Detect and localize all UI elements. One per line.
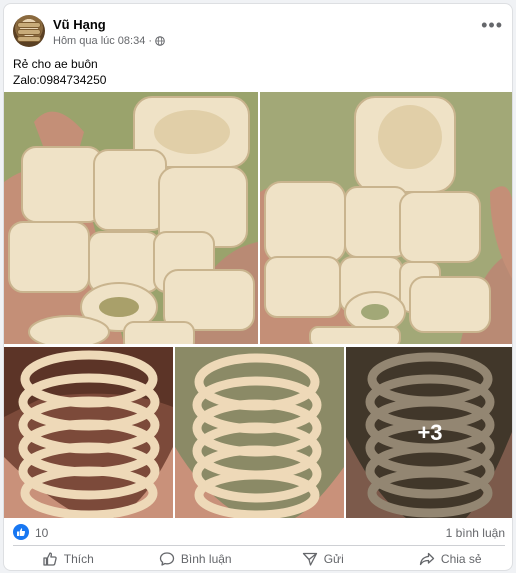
- thumbs-up-outline-icon: [43, 552, 57, 566]
- thumbs-up-icon[interactable]: [13, 524, 29, 540]
- post-caption: Rẻ cho ae buôn Zalo:0984734250: [13, 56, 106, 88]
- caption-line: Rẻ cho ae buôn: [13, 57, 98, 71]
- post-card: Vũ Hạng Hôm qua lúc 08:34 · ••• Rẻ cho a…: [3, 3, 513, 571]
- like-label: Thích: [63, 552, 94, 566]
- divider: [13, 545, 505, 546]
- caption-line: Zalo:0984734250: [13, 73, 107, 87]
- photo-ivory-bangles-1[interactable]: [4, 347, 173, 518]
- like-button[interactable]: Thích: [4, 547, 132, 570]
- photo-ivory-bangles-2[interactable]: [175, 347, 344, 518]
- avatar[interactable]: [13, 15, 45, 47]
- speech-bubble-icon: [159, 552, 175, 566]
- more-photos-count: +3: [417, 419, 443, 445]
- send-label: Gửi: [323, 552, 344, 566]
- photo-ivory-rings-2[interactable]: [260, 92, 512, 344]
- comment-label: Bình luận: [180, 552, 232, 566]
- send-button[interactable]: Gửi: [259, 547, 387, 570]
- post-header: Vũ Hạng Hôm qua lúc 08:34 · •••: [13, 15, 503, 51]
- share-arrow-icon: [419, 552, 435, 566]
- post-stats: 10 1 bình luận: [13, 524, 505, 542]
- send-icon: [302, 552, 317, 566]
- more-horizontal-icon[interactable]: •••: [481, 16, 503, 34]
- more-photos-overlay[interactable]: +3: [346, 347, 512, 518]
- comment-count[interactable]: 1 bình luận: [446, 526, 505, 540]
- share-button[interactable]: Chia sẻ: [387, 547, 513, 570]
- photo-ivory-rings-1[interactable]: [4, 92, 258, 344]
- photo-gallery: +3: [4, 92, 512, 518]
- post-meta: Hôm qua lúc 08:34 ·: [53, 35, 165, 47]
- meta-separator: ·: [148, 35, 153, 47]
- globe-icon: [155, 36, 165, 46]
- reaction-count[interactable]: 10: [35, 526, 48, 540]
- action-bar: Thích Bình luận Gửi Chia sẻ: [4, 547, 513, 570]
- comment-button[interactable]: Bình luận: [132, 547, 260, 570]
- timestamp[interactable]: Hôm qua lúc 08:34: [53, 35, 145, 47]
- photo-more-overlay[interactable]: +3: [346, 347, 512, 518]
- share-label: Chia sẻ: [440, 552, 482, 566]
- author-name[interactable]: Vũ Hạng: [53, 17, 106, 32]
